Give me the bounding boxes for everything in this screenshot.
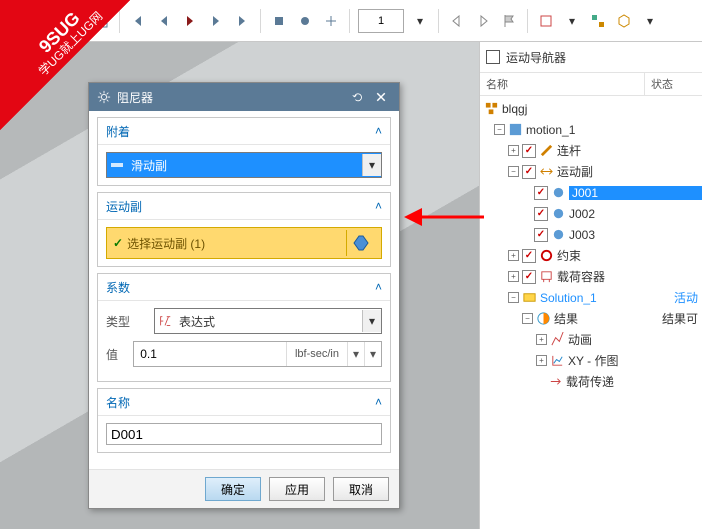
load-transfer-icon — [548, 374, 563, 389]
damper-dialog: 阻尼器 附着˄ 滑动副 ▾ 运动副˄ ✓ 选择运动副 (1) — [88, 82, 400, 509]
value-label: 值 — [106, 346, 133, 363]
chevron-down-icon[interactable]: ▾ — [364, 342, 381, 366]
explode-icon[interactable] — [587, 10, 609, 32]
gear-icon — [97, 90, 111, 104]
motion-navigator-panel: 运动导航器 名称 状态 blqgj − motion_1 + 连杆 − 运动副 — [479, 42, 702, 529]
nav-columns: 名称 状态 — [480, 73, 702, 96]
unit-label[interactable]: lbf-sec/in — [286, 342, 347, 366]
tree-motion[interactable]: − motion_1 — [484, 119, 702, 140]
chevron-up-icon: ˄ — [375, 124, 382, 138]
tree-results[interactable]: − 结果 结果可 — [484, 308, 702, 329]
checkbox[interactable] — [522, 144, 536, 158]
joint-item-icon — [551, 206, 566, 221]
tree-solution[interactable]: − Solution_1 活动 — [484, 287, 702, 308]
section-coeff-header[interactable]: 系数˄ — [98, 274, 390, 301]
box-tool-icon[interactable] — [535, 10, 557, 32]
toolbar-btn[interactable] — [90, 10, 112, 32]
tree-j001[interactable]: J001 — [484, 182, 702, 203]
slider-joint-icon — [107, 154, 127, 176]
chevron-down-icon[interactable]: ▾ — [362, 154, 381, 176]
chevron-up-icon: ˄ — [375, 280, 382, 294]
frame-dd-icon[interactable]: ▾ — [409, 10, 431, 32]
tree-xy[interactable]: + XY - 作图 — [484, 350, 702, 371]
tree-j002[interactable]: J002 — [484, 203, 702, 224]
prev-frame-icon[interactable] — [153, 10, 175, 32]
record-icon[interactable] — [294, 10, 316, 32]
panel-icon — [486, 50, 500, 64]
next-frame-icon[interactable] — [205, 10, 227, 32]
tree-load-transfer[interactable]: 载荷传递 — [484, 371, 702, 392]
attach-type-combo[interactable]: 滑动副 ▾ — [106, 152, 382, 178]
type-combo[interactable]: 表达式 ▾ — [154, 308, 382, 334]
chevron-down-icon[interactable]: ▾ — [347, 342, 364, 366]
joint-item-icon — [551, 185, 566, 200]
cube-icon[interactable] — [613, 10, 635, 32]
prev-key-icon[interactable] — [446, 10, 468, 32]
dd-icon[interactable]: ▾ — [561, 10, 583, 32]
tree-constraints[interactable]: + 约束 — [484, 245, 702, 266]
next-key-icon[interactable] — [472, 10, 494, 32]
tree-loads[interactable]: + 载荷容器 — [484, 266, 702, 287]
first-frame-icon[interactable] — [127, 10, 149, 32]
assembly-icon — [484, 101, 499, 116]
joint-item-icon — [551, 227, 566, 242]
solution-icon — [522, 290, 537, 305]
dd2-icon[interactable]: ▾ — [639, 10, 661, 32]
dialog-titlebar[interactable]: 阻尼器 — [89, 83, 399, 111]
joint-icon — [539, 164, 554, 179]
last-frame-icon[interactable] — [231, 10, 253, 32]
check-icon: ✓ — [113, 236, 123, 250]
link-icon[interactable] — [320, 10, 342, 32]
stop-icon[interactable] — [268, 10, 290, 32]
chevron-up-icon: ˄ — [375, 199, 382, 213]
section-name-header[interactable]: 名称˄ — [98, 389, 390, 416]
select-joint-row[interactable]: ✓ 选择运动副 (1) — [106, 227, 382, 259]
results-icon — [536, 311, 551, 326]
constraint-icon — [539, 248, 554, 263]
xy-icon — [550, 353, 565, 368]
collapse-icon[interactable]: − — [494, 124, 505, 135]
section-attach-header[interactable]: 附着˄ — [98, 118, 390, 145]
link-icon — [539, 143, 554, 158]
col-name[interactable]: 名称 — [480, 73, 645, 95]
dialog-title: 阻尼器 — [117, 89, 345, 106]
play-icon[interactable] — [179, 10, 201, 32]
load-icon — [539, 269, 554, 284]
main-toolbar: ▾ ▾ ▾ — [0, 0, 702, 42]
nav-panel-title: 运动导航器 — [480, 42, 702, 73]
tree-joints[interactable]: − 运动副 — [484, 161, 702, 182]
expression-icon — [155, 310, 175, 332]
apply-button[interactable]: 应用 — [269, 477, 325, 501]
name-input[interactable] — [106, 423, 382, 445]
cancel-button[interactable]: 取消 — [333, 477, 389, 501]
tree-root[interactable]: blqgj — [484, 98, 702, 119]
reset-icon[interactable] — [348, 87, 368, 107]
chevron-up-icon: ˄ — [375, 395, 382, 409]
flag-icon[interactable] — [498, 10, 520, 32]
tree-links[interactable]: + 连杆 — [484, 140, 702, 161]
frame-input[interactable] — [358, 9, 404, 33]
value-input-group: lbf-sec/in ▾ ▾ — [133, 341, 382, 367]
nav-tree: blqgj − motion_1 + 连杆 − 运动副 J001 — [480, 96, 702, 392]
pick-joint-button[interactable] — [346, 230, 375, 256]
motion-icon — [508, 122, 523, 137]
close-icon[interactable] — [371, 87, 391, 107]
value-input[interactable] — [134, 342, 286, 366]
chevron-down-icon[interactable]: ▾ — [362, 310, 381, 332]
tree-j003[interactable]: J003 — [484, 224, 702, 245]
ok-button[interactable]: 确定 — [205, 477, 261, 501]
anim-icon — [550, 332, 565, 347]
section-joint-header[interactable]: 运动副˄ — [98, 193, 390, 220]
col-status[interactable]: 状态 — [645, 73, 679, 95]
type-label: 类型 — [106, 313, 154, 330]
tree-anim[interactable]: + 动画 — [484, 329, 702, 350]
